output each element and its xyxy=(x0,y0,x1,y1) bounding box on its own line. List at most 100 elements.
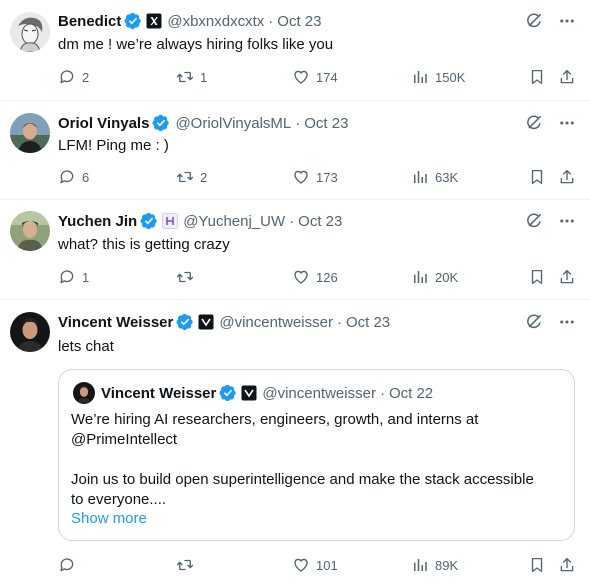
retweet-button[interactable] xyxy=(176,268,200,286)
views-button[interactable]: 20K xyxy=(411,268,458,286)
affiliation-badge-icon[interactable] xyxy=(198,314,214,330)
like-icon xyxy=(292,168,310,186)
tweet-benedict[interactable]: Benedict @xbxnxdxcxtx · Oct 23 dm me ! w… xyxy=(0,0,590,101)
share-button[interactable] xyxy=(558,268,576,286)
more-icon[interactable] xyxy=(558,313,576,331)
share-button[interactable] xyxy=(558,556,576,574)
tweet-time[interactable]: Oct 23 xyxy=(304,115,348,132)
reply-button[interactable]: 2 xyxy=(58,68,89,86)
reply-count: 6 xyxy=(82,169,90,185)
tweet-actions: 6 2 173 63K xyxy=(58,168,578,188)
reply-button[interactable]: 6 xyxy=(58,168,89,186)
like-button[interactable]: 173 xyxy=(292,168,338,186)
like-button[interactable]: 101 xyxy=(292,556,338,574)
quoted-mention[interactable]: @PrimeIntellect xyxy=(71,430,177,450)
author-name[interactable]: Benedict xyxy=(58,13,121,30)
tweet-text: what? this is getting crazy xyxy=(58,236,230,253)
affiliation-badge-icon[interactable] xyxy=(162,213,179,229)
avatar-benedict[interactable] xyxy=(10,12,50,52)
tweet-yuchen-jin[interactable]: Yuchen Jin @Yuchenj_UW · Oct 23 what? th… xyxy=(0,200,590,300)
avatar-oriol-vinyals[interactable] xyxy=(10,113,50,153)
avatar-yuchen-jin[interactable] xyxy=(10,211,50,251)
quoted-tweet[interactable]: Vincent Weisser @vincentweisser · Oct 22… xyxy=(58,369,575,541)
separator-dot: · xyxy=(295,114,301,132)
tweet-vincent-weisser[interactable]: Vincent Weisser @vincentweisser · Oct 23… xyxy=(0,300,590,586)
quoted-text-line: We’re hiring AI researchers, engineers, … xyxy=(71,411,479,428)
retweet-count: 1 xyxy=(200,69,208,85)
quoted-author-handle: @vincentweisser xyxy=(262,384,376,402)
quoted-author-name[interactable]: Vincent Weisser xyxy=(101,385,216,402)
more-icon[interactable] xyxy=(558,114,576,132)
separator-dot: · xyxy=(379,384,385,402)
author-handle[interactable]: @vincentweisser xyxy=(219,314,333,331)
quoted-avatar[interactable] xyxy=(73,382,95,404)
bookmark-button[interactable] xyxy=(528,68,546,86)
tweet-header: Benedict @xbxnxdxcxtx · Oct 23 xyxy=(58,10,321,32)
reply-button[interactable] xyxy=(58,556,82,574)
author-handle[interactable]: @xbxnxdxcxtx xyxy=(167,13,264,30)
verified-badge-icon xyxy=(152,114,170,132)
share-button[interactable] xyxy=(558,68,576,86)
bookmark-button[interactable] xyxy=(528,268,546,286)
more-icon[interactable] xyxy=(558,12,576,30)
tweet-text: lets chat xyxy=(58,338,114,355)
separator-dot: · xyxy=(289,212,295,230)
reply-icon xyxy=(58,168,76,186)
views-button[interactable]: 150K xyxy=(411,68,465,86)
retweet-button[interactable]: 2 xyxy=(176,168,207,186)
tweet-actions: 101 89K xyxy=(58,556,578,576)
retweet-button[interactable]: 1 xyxy=(176,68,207,86)
quoted-text-line: Join us to build open superintelligence … xyxy=(71,471,534,488)
share-icon xyxy=(558,168,576,186)
grok-icon[interactable] xyxy=(524,211,544,231)
tweet-time[interactable]: Oct 23 xyxy=(277,13,321,30)
views-icon xyxy=(411,68,429,86)
grok-icon[interactable] xyxy=(524,312,544,332)
views-count: 20K xyxy=(435,269,459,285)
author-name[interactable]: Vincent Weisser xyxy=(58,314,173,331)
bookmark-icon xyxy=(528,168,546,186)
verified-badge-icon xyxy=(124,12,142,30)
affiliation-badge-icon[interactable] xyxy=(146,13,162,29)
tweet-time[interactable]: Oct 23 xyxy=(298,213,342,230)
author-name[interactable]: Yuchen Jin xyxy=(58,213,137,230)
author-name[interactable]: Oriol Vinyals xyxy=(58,115,149,132)
reply-icon xyxy=(58,268,76,286)
tweet-header: Vincent Weisser @vincentweisser · Oct 23 xyxy=(58,311,390,333)
tweet-oriol-vinyals[interactable]: Oriol Vinyals @OriolVinyalsML · Oct 23 L… xyxy=(0,101,590,200)
grok-icon[interactable] xyxy=(524,11,544,31)
grok-icon[interactable] xyxy=(524,113,544,133)
bookmark-button[interactable] xyxy=(528,168,546,186)
show-more-link[interactable]: Show more xyxy=(71,510,147,527)
share-button[interactable] xyxy=(558,168,576,186)
bookmark-button[interactable] xyxy=(528,556,546,574)
avatar-vincent-weisser[interactable] xyxy=(10,312,50,352)
like-count: 101 xyxy=(316,557,338,573)
like-button[interactable]: 126 xyxy=(292,268,338,286)
retweet-count: 2 xyxy=(200,169,208,185)
like-count: 126 xyxy=(316,269,338,285)
reply-count: 1 xyxy=(82,269,90,285)
share-icon xyxy=(558,68,576,86)
like-count: 174 xyxy=(316,69,338,85)
separator-dot: · xyxy=(336,313,342,331)
tweet-actions: 2 1 174 150K xyxy=(58,68,578,88)
separator-dot: · xyxy=(268,12,274,30)
verified-badge-icon xyxy=(219,384,237,402)
share-icon xyxy=(558,556,576,574)
author-handle[interactable]: @OriolVinyalsML xyxy=(175,115,291,132)
views-button[interactable]: 63K xyxy=(411,168,458,186)
tweet-header: Yuchen Jin @Yuchenj_UW · Oct 23 xyxy=(58,210,342,232)
like-button[interactable]: 174 xyxy=(292,68,338,86)
views-icon xyxy=(411,556,429,574)
quoted-text-line: to everyone.... xyxy=(71,491,167,508)
author-handle[interactable]: @Yuchenj_UW xyxy=(183,213,285,230)
tweet-time[interactable]: Oct 23 xyxy=(346,314,390,331)
bookmark-icon xyxy=(528,68,546,86)
more-icon[interactable] xyxy=(558,212,576,230)
reply-button[interactable]: 1 xyxy=(58,268,89,286)
retweet-icon xyxy=(176,168,194,186)
views-button[interactable]: 89K xyxy=(411,556,458,574)
bookmark-icon xyxy=(528,268,546,286)
retweet-button[interactable] xyxy=(176,556,200,574)
